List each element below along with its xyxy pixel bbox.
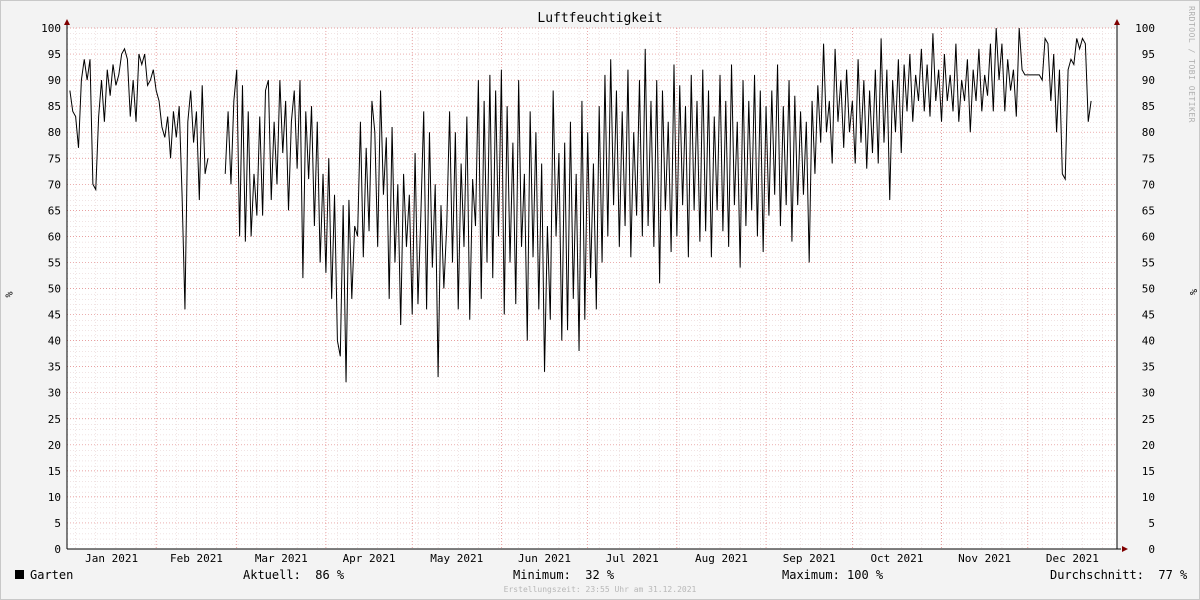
y-tick-label-left: 10 [48,491,61,504]
x-tick-label: Nov 2021 [958,552,1011,565]
y-tick-label-left: 60 [48,230,61,243]
y-tick-label-right: 35 [1142,361,1155,374]
chart-title: Luftfeuchtigkeit [537,11,663,26]
x-tick-label: May 2021 [430,552,483,565]
chart-svg: 0 05 510 1015 1520 2025 2530 3035 3540 4045 4550 50… [41,19,1198,565]
avg-value: 77 % [1158,568,1188,582]
creation-timestamp: Erstellungszeit: 23:55 Uhr am 31.12.2021 [503,585,697,594]
y-tick-label-right: 90 [1142,74,1155,87]
y-tick-label-right: 55 [1142,256,1155,269]
y-axis-label-left: % [2,291,14,298]
y-tick-label-right: 25 [1142,413,1155,426]
y-tick-label-right: 20 [1142,439,1155,452]
y-tick-label-left: 30 [48,387,61,400]
y-tick-label-right: 60 [1142,230,1155,243]
y-tick-label-right: 50 [1142,283,1155,296]
maximum-value: 100 % [847,568,884,582]
y-tick-label-right: 15 [1142,465,1155,478]
y-tick-label-left: 20 [48,439,61,452]
avg-label: Durchschnitt: [1050,568,1144,582]
rrdtool-watermark: RRDTOOL / TOBI OETIKER [1187,6,1196,123]
legend-swatch-garten [15,570,24,579]
y-tick-label-right: 40 [1142,335,1155,348]
aktuell-label: Aktuell: [243,568,301,582]
x-tick-label: Apr 2021 [343,552,396,565]
y-tick-label-left: 70 [48,178,61,191]
x-tick-label: Aug 2021 [695,552,748,565]
y-tick-label-left: 65 [48,204,61,217]
y-tick-label-right: 10 [1142,491,1155,504]
y-tick-label-right: 80 [1142,126,1155,139]
y-tick-label-right: 95 [1142,48,1155,61]
y-tick-label-right: 45 [1142,309,1155,322]
aktuell-value: 86 % [315,568,345,582]
y-tick-label-left: 90 [48,74,61,87]
legend-series-label: Garten [30,568,74,582]
legend-maximum: Maximum: 100 % [782,568,883,582]
y-tick-label-right: 30 [1142,387,1155,400]
legend-durchschnitt: Durchschnitt: 77 % [1050,568,1187,582]
x-tick-label: Feb 2021 [170,552,223,565]
x-tick-label: Mar 2021 [255,552,308,565]
maximum-label: Maximum: [782,568,840,582]
y-tick-label-left: 40 [48,335,61,348]
y-tick-label-right: 65 [1142,204,1155,217]
y-tick-label-right: 75 [1142,152,1155,165]
x-tick-label: Jul 2021 [606,552,659,565]
y-tick-label-left: 15 [48,465,61,478]
y-tick-label-left: 35 [48,361,61,374]
x-tick-label: Jun 2021 [518,552,571,565]
y-tick-label-left: 0 [54,543,61,556]
y-tick-label-left: 45 [48,309,61,322]
x-tick-label: Dec 2021 [1046,552,1099,565]
minimum-label: Minimum: [513,568,571,582]
x-tick-label: Jan 2021 [85,552,138,565]
y-tick-label-left: 75 [48,152,61,165]
y-tick-label-right: 0 [1148,543,1155,556]
y-tick-label-left: 80 [48,126,61,139]
y-tick-label-left: 25 [48,413,61,426]
y-tick-label-right: 85 [1142,100,1155,113]
y-axis-label-right: % [1187,289,1198,295]
minimum-value: 32 % [585,568,615,582]
y-tick-label-left: 5 [54,517,61,530]
x-tick-label: Oct 2021 [870,552,923,565]
legend-aktuell: Aktuell: 86 % [243,568,344,582]
y-tick-label-right: 70 [1142,178,1155,191]
y-tick-label-left: 85 [48,100,61,113]
y-tick-label-left: 95 [48,48,61,61]
x-tick-label: Sep 2021 [783,552,836,565]
legend-minimum: Minimum: 32 % [513,568,614,582]
y-tick-label-left: 50 [48,283,61,296]
y-tick-label-right: 5 [1148,517,1155,530]
x-axis-arrow [1122,546,1128,552]
y-tick-label-left: 55 [48,256,61,269]
